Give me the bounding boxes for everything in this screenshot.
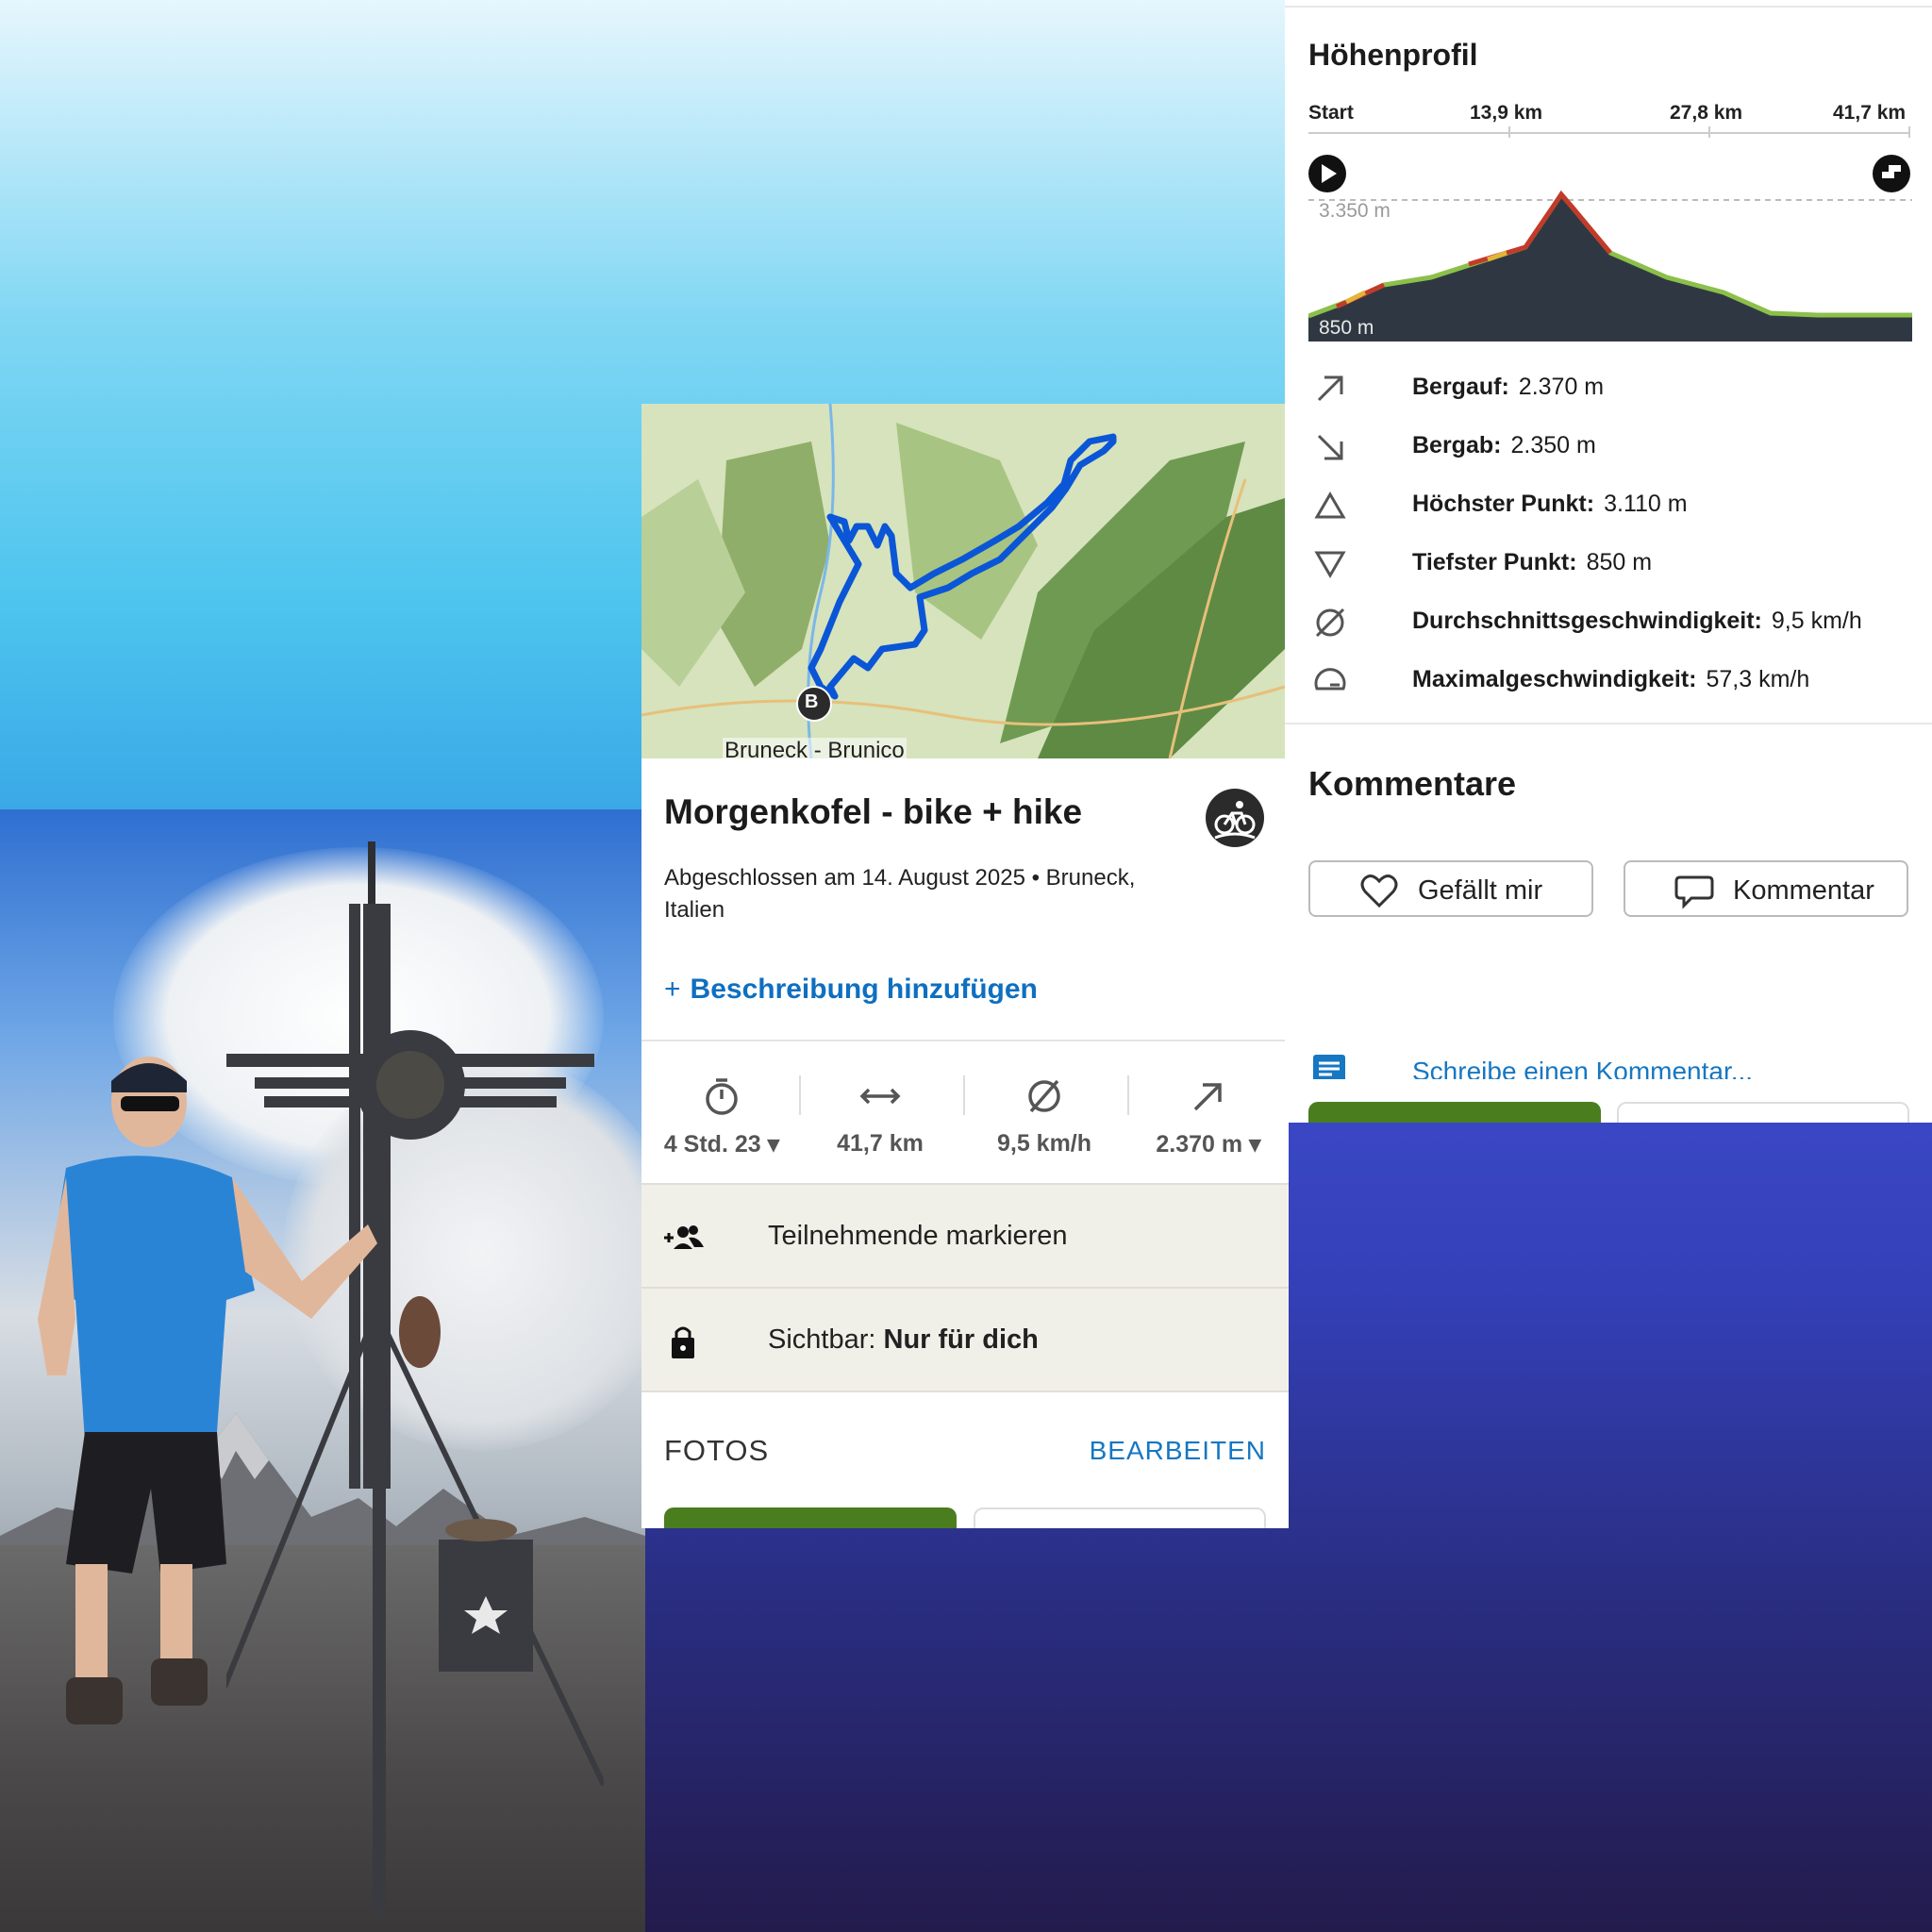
stat-value: 2.370 m ▾	[1156, 1131, 1261, 1158]
stat-average-speed: 9,5 km/h	[964, 1041, 1124, 1183]
route-map[interactable]: B Bruneck - Brunico	[641, 404, 1285, 758]
visibility-label: Sichtbar:	[768, 1324, 876, 1355]
detail-value: 2.350 m	[1510, 432, 1596, 458]
axis-tick	[1708, 126, 1710, 138]
secondary-button[interactable]	[1617, 1102, 1909, 1123]
map-terrain	[641, 404, 1285, 758]
stats-bar: 4 Std. 23 ▾ 41,7 km 9,5 km/h 2.370 m ▾	[641, 1041, 1289, 1183]
detail-value: 57,3 km/h	[1706, 666, 1810, 692]
axis-label: 41,7 km	[1833, 102, 1907, 124]
comment-button[interactable]: Kommentar	[1624, 860, 1908, 917]
detail-label: Durchschnittsgeschwindigkeit:	[1412, 608, 1762, 634]
stopwatch-icon	[706, 1078, 738, 1115]
map-marker-label: B	[805, 691, 819, 712]
tour-card: B Bruneck - Brunico Morgenkofel - bike +…	[641, 404, 1289, 1528]
detail-row-uphill: Bergauf: 2.370 m	[1285, 362, 1932, 419]
comment-button-label: Kommentar	[1733, 875, 1874, 906]
add-description-label: Beschreibung hinzufügen	[690, 974, 1038, 1005]
axis-tick	[1508, 126, 1510, 138]
comments-title: Kommentare	[1308, 764, 1517, 803]
tour-subtitle: Abgeschlossen am 14. August 2025 • Brune…	[664, 865, 1136, 923]
stat-value: 41,7 km	[837, 1130, 924, 1157]
summit-photo	[0, 809, 645, 1932]
axis-label: Start	[1308, 102, 1354, 124]
axis-tick	[1908, 126, 1910, 138]
stat-value: 9,5 km/h	[996, 1130, 1092, 1157]
uphill-arrow-icon	[1317, 375, 1343, 402]
primary-button[interactable]	[664, 1507, 957, 1528]
stat-uphill[interactable]: 2.370 m ▾	[1128, 1041, 1289, 1183]
detail-value: 3.110 m	[1604, 491, 1688, 517]
axis-label: 13,9 km	[1470, 102, 1543, 124]
detail-value: 9,5 km/h	[1771, 608, 1862, 634]
visibility-value: Nur für dich	[883, 1324, 1039, 1355]
edit-photos-link[interactable]: BEARBEITEN	[1090, 1436, 1266, 1466]
hiker	[38, 1057, 377, 1724]
average-speed-icon	[1315, 608, 1345, 638]
mountain-bike-icon	[1206, 789, 1264, 847]
downhill-arrow-icon	[1317, 434, 1343, 460]
like-button-label: Gefällt mir	[1418, 875, 1543, 906]
detail-label: Maximalgeschwindigkeit:	[1412, 666, 1697, 692]
heart-icon	[1360, 874, 1398, 908]
detail-value: 2.370 m	[1518, 374, 1605, 400]
tour-title: Morgenkofel - bike + hike	[664, 792, 1083, 831]
lowest-point-icon	[1314, 551, 1346, 578]
visibility-row[interactable]: Sichtbar: Nur für dich	[641, 1289, 1289, 1391]
stat-duration[interactable]: 4 Std. 23 ▾	[641, 1041, 802, 1183]
detail-row-highest: Höchster Punkt: 3.110 m	[1285, 479, 1932, 536]
map-place-label: Bruneck - Brunico	[723, 738, 907, 758]
elevation-min-label: 850 m	[1319, 317, 1374, 339]
add-people-icon	[664, 1225, 704, 1249]
primary-button[interactable]	[1308, 1102, 1601, 1123]
detail-label: Bergauf:	[1412, 374, 1509, 400]
speech-bubble-icon	[1674, 875, 1714, 909]
elevation-profile-title: Höhenprofil	[1308, 38, 1478, 72]
divider	[1285, 723, 1932, 724]
detail-row-max-speed: Maximalgeschwindigkeit: 57,3 km/h	[1285, 655, 1932, 711]
average-speed-icon	[1028, 1079, 1060, 1113]
distance-axis: Start 13,9 km 27,8 km 41,7 km	[1308, 102, 1910, 140]
detail-row-lowest: Tiefster Punkt: 850 m	[1285, 538, 1932, 594]
stat-value: 4 Std. 23 ▾	[663, 1131, 780, 1158]
distance-icon	[859, 1088, 901, 1105]
tag-participants-label: Teilnehmende markieren	[768, 1221, 1068, 1251]
elevation-max-label: 3.350 m	[1319, 200, 1391, 222]
axis-line	[1308, 132, 1910, 134]
stat-distance: 41,7 km	[800, 1041, 960, 1183]
tag-participants-row[interactable]: Teilnehmende markieren	[641, 1185, 1289, 1287]
lock-icon	[672, 1326, 694, 1358]
elevation-profile-chart	[1308, 155, 1912, 341]
secondary-button[interactable]	[974, 1507, 1266, 1528]
plus-icon: +	[664, 974, 681, 1005]
like-button[interactable]: Gefällt mir	[1308, 860, 1593, 917]
max-speed-icon	[1314, 668, 1346, 691]
add-description-link[interactable]: + Beschreibung hinzufügen	[664, 974, 1038, 1006]
detail-label: Bergab:	[1412, 432, 1502, 458]
axis-label: 27,8 km	[1670, 102, 1743, 124]
uphill-icon	[1193, 1083, 1222, 1111]
detail-label: Tiefster Punkt:	[1412, 549, 1577, 575]
detail-row-downhill: Bergab: 2.350 m	[1285, 421, 1932, 477]
detail-label: Höchster Punkt:	[1412, 491, 1595, 517]
photos-heading: FOTOS	[664, 1434, 770, 1467]
detail-row-average-speed: Durchschnittsgeschwindigkeit: 9,5 km/h	[1285, 596, 1932, 653]
divider	[641, 1391, 1289, 1392]
detail-value: 850 m	[1586, 549, 1653, 575]
details-card: Höhenprofil Start 13,9 km 27,8 km 41,7 k…	[1285, 0, 1932, 1123]
divider	[1285, 6, 1932, 8]
highest-point-icon	[1314, 491, 1346, 519]
